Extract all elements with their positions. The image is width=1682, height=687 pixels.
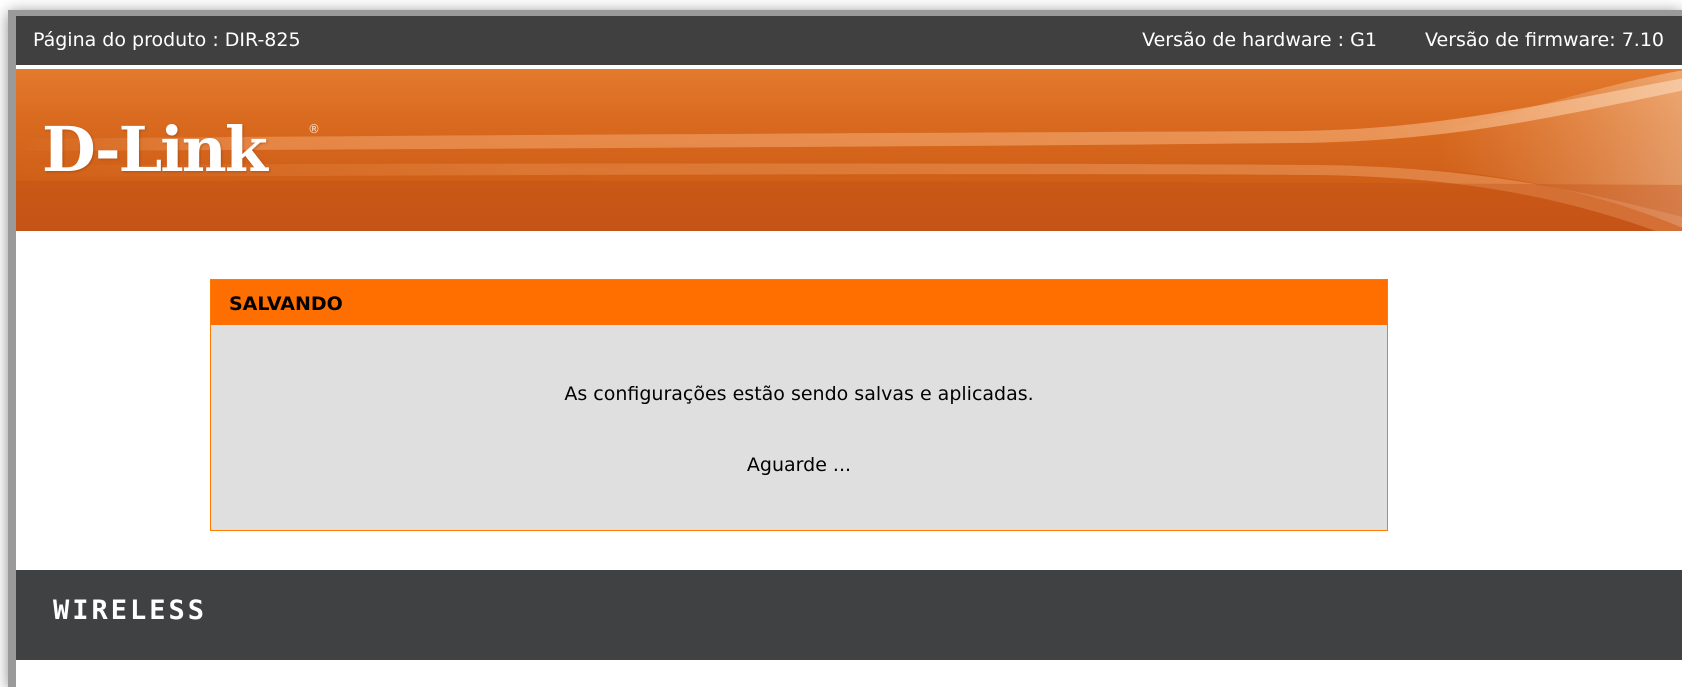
- browser-frame: Página do produto : DIR-825 Versão de ha…: [8, 10, 1682, 687]
- wireless-brand: WIRELESS: [53, 595, 208, 626]
- saving-message: As configurações estão sendo salvas e ap…: [564, 383, 1034, 405]
- product-value: DIR-825: [224, 29, 301, 51]
- saving-panel: SALVANDO As configurações estão sendo sa…: [210, 279, 1388, 531]
- top-info-bar: Página do produto : DIR-825 Versão de ha…: [16, 16, 1682, 69]
- product-label: Página do produto :: [33, 29, 219, 51]
- hardware-label: Versão de hardware :: [1142, 29, 1345, 51]
- registered-mark: ®: [308, 122, 320, 136]
- firmware-value: 7.10: [1621, 29, 1664, 51]
- screenshot-stage: Página do produto : DIR-825 Versão de ha…: [0, 0, 1682, 687]
- footer-bar: WIRELESS: [16, 570, 1682, 660]
- version-info: Versão de hardware : G1 Versão de firmwa…: [1142, 16, 1664, 65]
- dlink-logo: D-Link: [42, 113, 268, 186]
- hardware-value: G1: [1350, 29, 1377, 51]
- dlink-banner: D-Link ®: [16, 69, 1682, 231]
- firmware-label: Versão de firmware:: [1425, 29, 1616, 51]
- product-info: Página do produto : DIR-825: [33, 16, 301, 65]
- wait-message: Aguarde ...: [746, 454, 852, 476]
- saving-panel-title: SALVANDO: [211, 280, 1387, 325]
